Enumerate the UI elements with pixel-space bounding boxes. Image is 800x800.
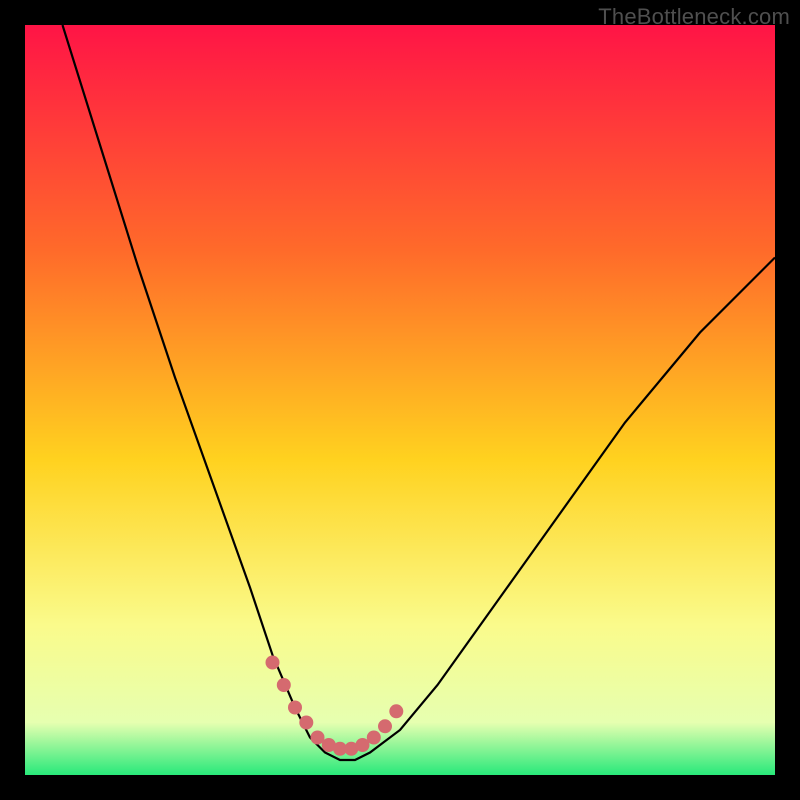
bottleneck-curve <box>63 25 776 760</box>
highlight-dot <box>266 656 280 670</box>
curve-layer <box>25 25 775 775</box>
plot-area <box>25 25 775 775</box>
highlight-dot <box>378 719 392 733</box>
highlight-dot <box>288 701 302 715</box>
chart-frame: TheBottleneck.com <box>0 0 800 800</box>
highlight-dot <box>389 704 403 718</box>
highlight-dot <box>277 678 291 692</box>
highlight-dot <box>299 716 313 730</box>
highlight-dot <box>367 731 381 745</box>
highlight-dots <box>266 656 404 756</box>
